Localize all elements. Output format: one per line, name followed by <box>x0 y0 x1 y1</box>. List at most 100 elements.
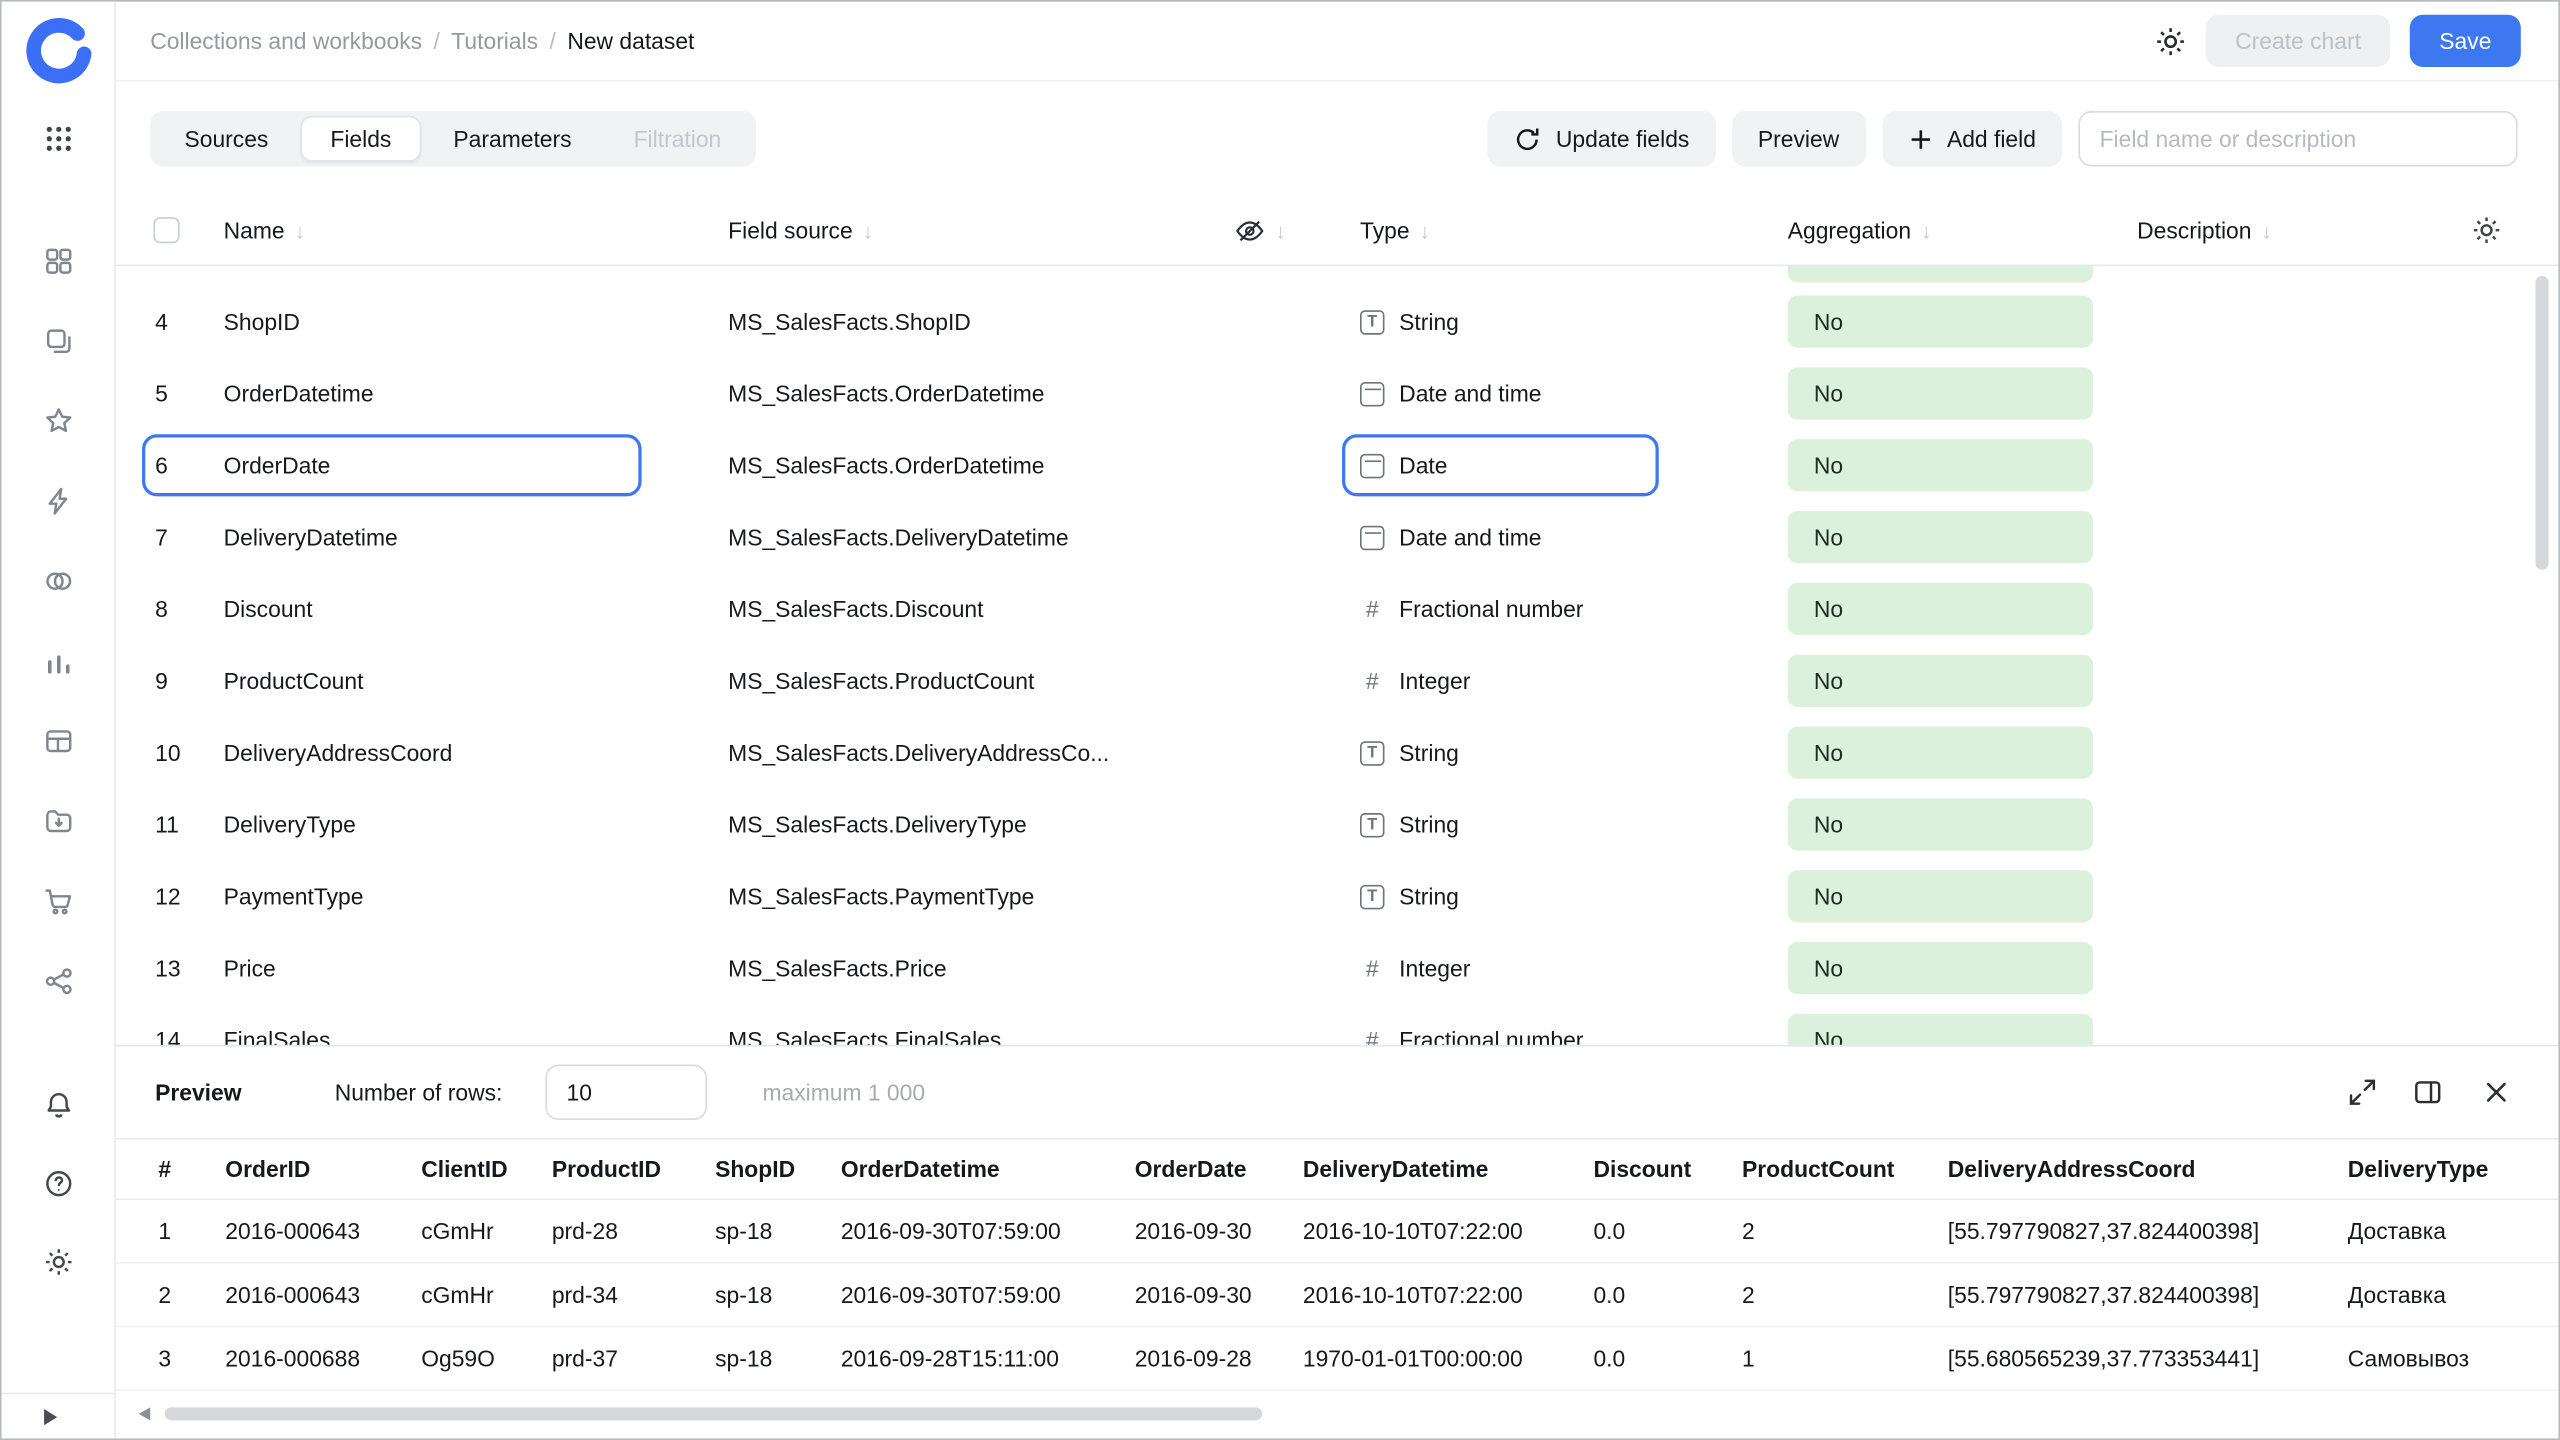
column-header-description[interactable]: Description↓ <box>2137 196 2272 265</box>
field-type[interactable]: String <box>1360 286 1459 358</box>
aggregation-pill[interactable]: No <box>1788 583 2093 635</box>
table-settings-gear-icon[interactable] <box>2472 216 2501 245</box>
column-header-name[interactable]: Name↓ <box>224 196 305 265</box>
save-button[interactable]: Save <box>2410 15 2521 67</box>
collections-icon[interactable] <box>43 327 72 356</box>
cell-delivery-datetime: 2016-10-10T07:22:00 <box>1303 1218 1594 1244</box>
dataset-toolbar: Sources Fields Parameters Filtration <box>116 82 2558 196</box>
scroll-left-arrow-icon[interactable] <box>139 1407 150 1420</box>
cell-delivery-address-coord: [55.797790827,37.824400398] <box>1948 1282 2348 1308</box>
preview-button[interactable]: Preview <box>1732 111 1866 167</box>
type-icon <box>1360 525 1384 549</box>
column-header-field-source[interactable]: Field source↓ <box>728 196 873 265</box>
field-type[interactable]: Integer <box>1360 932 1470 1004</box>
tab[interactable]: Parameters <box>424 116 601 162</box>
aggregation-pill[interactable]: No <box>1788 870 2093 922</box>
field-type[interactable]: Date and time <box>1360 501 1542 573</box>
help-icon[interactable] <box>43 1169 72 1198</box>
datalens-logo-icon[interactable] <box>21 15 96 90</box>
field-type[interactable]: String <box>1360 717 1459 789</box>
field-row[interactable]: 6 OrderDate MS_SalesFacts.OrderDatetime … <box>116 429 2558 501</box>
field-type[interactable]: Date and time <box>1360 358 1542 430</box>
preview-title: Preview <box>155 1047 241 1138</box>
field-row[interactable]: 12 PaymentType MS_SalesFacts.PaymentType… <box>116 860 2558 932</box>
field-row[interactable]: 9 ProductCount MS_SalesFacts.ProductCoun… <box>116 645 2558 717</box>
apps-grid-icon[interactable] <box>44 124 73 153</box>
tab[interactable]: Filtration <box>604 116 750 162</box>
field-name[interactable]: PaymentType <box>224 860 364 932</box>
sort-arrow-icon: ↓ <box>862 218 873 242</box>
field-type[interactable]: String <box>1360 789 1459 861</box>
field-row[interactable]: 10 DeliveryAddressCoord MS_SalesFacts.De… <box>116 717 2558 789</box>
tab[interactable]: Fields <box>301 116 421 162</box>
aggregation-pill[interactable]: No <box>1788 439 2093 491</box>
field-type[interactable]: Date <box>1360 429 1447 501</box>
workbooks-icon[interactable] <box>43 247 72 276</box>
favorites-icon[interactable] <box>43 407 72 436</box>
aggregation-pill[interactable]: No <box>1788 727 2093 779</box>
field-row[interactable]: 4 ShopID MS_SalesFacts.ShopID String No <box>116 286 2558 358</box>
field-search-input[interactable] <box>2078 111 2517 167</box>
aggregation-pill[interactable]: No <box>1788 296 2093 348</box>
rows-count-input[interactable] <box>545 1064 707 1120</box>
marketplace-icon[interactable] <box>43 887 72 916</box>
column-header-type[interactable]: Type↓ <box>1360 196 1430 265</box>
breadcrumb-collections[interactable]: Collections and workbooks <box>150 28 422 54</box>
create-chart-button[interactable]: Create chart <box>2206 15 2391 67</box>
field-name[interactable]: Discount <box>224 573 313 645</box>
refresh-icon <box>1513 125 1541 153</box>
field-name[interactable]: Price <box>224 932 276 1004</box>
aggregation-pill[interactable]: No <box>1788 798 2093 850</box>
cell-order-date: 2016-09-28 <box>1135 1345 1303 1371</box>
cell-row-number: 3 <box>158 1345 225 1371</box>
connections-icon[interactable] <box>43 567 72 596</box>
selected-name-outline <box>142 362 642 424</box>
field-name[interactable]: OrderDatetime <box>224 358 374 430</box>
plus-icon <box>1908 127 1932 151</box>
field-name[interactable]: ProductCount <box>224 645 364 717</box>
aggregation-pill[interactable]: No <box>1788 367 2093 419</box>
column-header-visibility[interactable]: ↓ <box>1234 196 1285 265</box>
row-number: 11 <box>155 789 211 861</box>
aggregation-pill[interactable]: No <box>1788 511 2093 563</box>
quick-actions-icon[interactable] <box>43 487 72 516</box>
field-row[interactable]: 8 Discount MS_SalesFacts.Discount Fracti… <box>116 573 2558 645</box>
tab[interactable]: Sources <box>155 116 298 162</box>
settings-gear-icon[interactable] <box>43 1247 72 1276</box>
preview-table-body: 1 2016-000643 cGmHr prd-28 sp-18 2016-09… <box>116 1200 2558 1391</box>
rows-max-hint: maximum 1 000 <box>762 1047 925 1138</box>
field-name[interactable]: DeliveryDatetime <box>224 501 398 573</box>
select-all-checkbox[interactable] <box>153 217 179 243</box>
cell-client-id: Og59O <box>421 1345 552 1371</box>
update-fields-button[interactable]: Update fields <box>1487 111 1715 167</box>
field-type[interactable]: Integer <box>1360 645 1470 717</box>
type-icon <box>1360 740 1384 764</box>
files-icon[interactable] <box>43 807 72 836</box>
horizontal-scrollbar-thumb[interactable] <box>165 1407 1262 1420</box>
field-name[interactable]: OrderDate <box>224 429 331 501</box>
preview-column-header: ProductID <box>552 1156 715 1182</box>
field-type[interactable]: Fractional number <box>1360 573 1583 645</box>
field-type[interactable]: String <box>1360 860 1459 932</box>
close-preview-icon[interactable] <box>2482 1078 2511 1107</box>
add-field-button[interactable]: Add field <box>1882 111 2062 167</box>
dataset-settings-gear-icon[interactable] <box>2155 25 2186 56</box>
field-name[interactable]: DeliveryAddressCoord <box>224 717 453 789</box>
datasets-icon[interactable] <box>43 727 72 756</box>
field-name[interactable]: DeliveryType <box>224 789 356 861</box>
column-header-aggregation[interactable]: Aggregation↓ <box>1788 196 1932 265</box>
field-row[interactable]: 5 OrderDatetime MS_SalesFacts.OrderDatet… <box>116 358 2558 430</box>
dock-panel-icon[interactable] <box>2413 1078 2442 1107</box>
field-name[interactable]: ShopID <box>224 286 300 358</box>
field-row[interactable]: 7 DeliveryDatetime MS_SalesFacts.Deliver… <box>116 501 2558 573</box>
flows-icon[interactable] <box>43 967 72 996</box>
expand-sidebar-icon[interactable] <box>44 1408 57 1424</box>
notifications-icon[interactable] <box>43 1091 72 1120</box>
breadcrumb-tutorials[interactable]: Tutorials <box>451 28 538 54</box>
aggregation-pill[interactable]: No <box>1788 942 2093 994</box>
field-row[interactable]: 11 DeliveryType MS_SalesFacts.DeliveryTy… <box>116 789 2558 861</box>
aggregation-pill[interactable]: No <box>1788 655 2093 707</box>
expand-preview-icon[interactable] <box>2348 1078 2377 1107</box>
charts-icon[interactable] <box>43 647 72 676</box>
field-row[interactable]: 13 Price MS_SalesFacts.Price Integer No <box>116 932 2558 1004</box>
